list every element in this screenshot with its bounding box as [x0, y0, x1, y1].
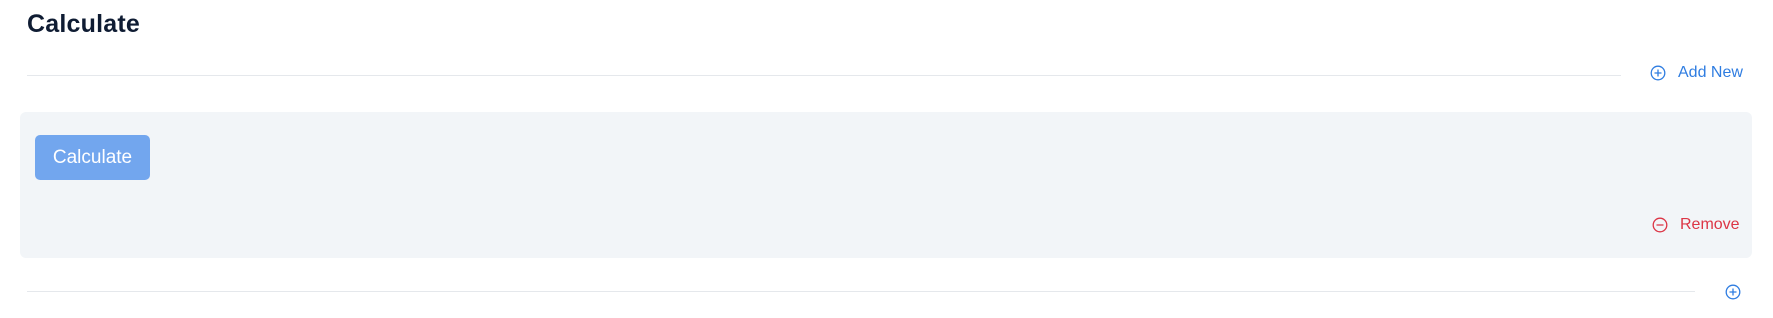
remove-label: Remove — [1680, 216, 1740, 233]
add-block-button[interactable] — [1725, 284, 1741, 300]
add-new-button[interactable]: Add New — [1650, 64, 1743, 82]
calculate-button[interactable]: Calculate — [35, 135, 150, 180]
remove-button[interactable]: Remove — [1652, 216, 1740, 234]
plus-circle-icon — [1650, 65, 1666, 81]
section-title: Calculate — [27, 10, 140, 38]
bottom-divider — [27, 291, 1695, 292]
calculate-section: Calculate Add New Calculate Remove — [0, 0, 1773, 318]
calculate-block: Calculate Remove — [20, 112, 1752, 258]
add-new-label: Add New — [1678, 64, 1743, 81]
plus-circle-icon — [1725, 284, 1741, 300]
top-divider — [27, 75, 1621, 76]
minus-circle-icon — [1652, 217, 1668, 233]
